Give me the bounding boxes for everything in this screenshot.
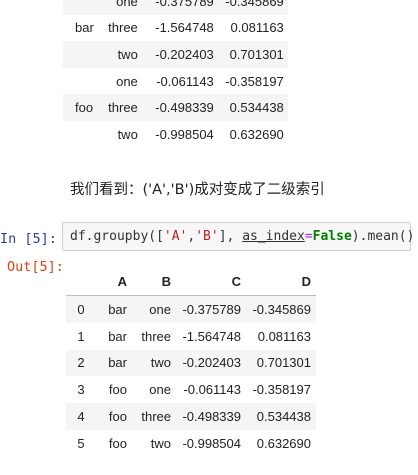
row-index-cell: 0 — [66, 295, 96, 323]
cell-a: bar — [96, 349, 132, 377]
cell-c: -1.564748 — [182, 328, 241, 344]
index-level1-cell: one — [97, 0, 142, 15]
cell-a: foo — [96, 403, 132, 430]
column-header-a: A — [96, 268, 132, 296]
index-level0-cell — [63, 0, 98, 15]
index-level1-cell: three — [97, 94, 142, 121]
cell-d: -0.358197 — [252, 382, 311, 398]
code-keyword: False — [312, 229, 352, 244]
cell-a: bar — [108, 328, 127, 344]
index-level0-cell — [63, 41, 98, 68]
code-cell-input[interactable]: df.groupby(['A','B'], as_index=False).me… — [62, 222, 414, 251]
table-row: 4 foo three -0.498339 0.534438 — [66, 403, 316, 430]
table-header-row: A B C D — [66, 268, 316, 296]
cell-c: -0.375789 — [176, 295, 246, 323]
cell-a: bar — [96, 295, 132, 323]
cell-d: 0.534438 — [246, 403, 316, 430]
row-index-cell: 4 — [66, 403, 96, 430]
cell-b: two — [150, 435, 171, 451]
index-level1-cell: two — [97, 41, 142, 68]
cell-b: one — [149, 382, 171, 398]
code-text: ).mean() — [351, 229, 415, 244]
cell-a: foo — [108, 382, 127, 398]
table-row: bar three -1.564748 0.081163 — [63, 15, 288, 42]
cell-b: three — [132, 403, 176, 430]
index-level0-cell — [63, 68, 98, 95]
index-level1-cell: three — [108, 20, 138, 36]
cell-b: three — [141, 328, 171, 344]
code-text: df.groupby([ — [70, 229, 164, 244]
row-index-cell: 5 — [77, 435, 85, 451]
table-row: foo three -0.498339 0.534438 — [63, 94, 288, 121]
grouped-output-table: one -0.375789 -0.345869 bar three -1.564… — [63, 0, 288, 148]
table-row: two -0.202403 0.701301 — [63, 41, 288, 68]
row-index-cell: 2 — [66, 349, 96, 377]
markdown-text: 我们看到：('A','B')成对变成了二级索引 — [70, 182, 325, 198]
cell-b: two — [132, 349, 176, 377]
cell-c: -0.498339 — [176, 403, 246, 430]
table-row: one -0.061143 -0.358197 — [63, 68, 288, 95]
cell-d: 0.081163 — [257, 328, 311, 344]
cell-c: -0.202403 — [176, 349, 246, 377]
column-header-d: D — [246, 268, 316, 296]
value-cell-c: -1.564748 — [155, 20, 214, 36]
value-cell-c: -0.498339 — [141, 94, 218, 121]
code-param: as_index — [242, 229, 305, 244]
table-row: 2 bar two -0.202403 0.701301 — [66, 349, 316, 377]
cell-d: 0.632690 — [256, 435, 311, 451]
cell-d: -0.345869 — [246, 295, 316, 323]
value-cell-c: -0.998504 — [155, 126, 214, 142]
value-cell-c: -0.375789 — [141, 0, 218, 15]
input-prompt: In [5]: — [0, 231, 57, 247]
value-cell-c: -0.202403 — [141, 41, 218, 68]
cell-d: 0.701301 — [246, 349, 316, 377]
value-cell-d: 0.701301 — [217, 41, 288, 68]
value-cell-d: 0.081163 — [230, 20, 284, 36]
column-header-b: B — [132, 268, 176, 296]
cell-c: -0.061143 — [183, 382, 241, 398]
table-row: 3 foo one -0.061143 -0.358197 — [66, 376, 316, 403]
column-header-c: C — [176, 268, 246, 296]
value-cell-c: -0.061143 — [156, 73, 214, 89]
index-level1-cell: two — [117, 126, 138, 142]
code-string-b: 'B' — [195, 229, 219, 244]
table-row: two -0.998504 0.632690 — [63, 121, 288, 148]
code-string-a: 'A' — [163, 229, 188, 244]
value-cell-d: 0.534438 — [217, 94, 288, 121]
table-row: one -0.375789 -0.345869 — [63, 0, 288, 15]
code-operator: = — [304, 229, 313, 244]
table-row: 5 foo two -0.998504 0.632690 — [66, 430, 316, 457]
index-level0-cell: foo — [63, 94, 98, 121]
output-prompt: Out[5]: — [7, 259, 64, 275]
value-cell-d: 0.632690 — [229, 126, 284, 142]
index-level0-cell: bar — [75, 20, 94, 36]
index-level1-cell: one — [116, 73, 138, 89]
code-text: ], — [218, 229, 235, 244]
row-index-cell: 1 — [77, 328, 85, 344]
table-row: 0 bar one -0.375789 -0.345869 — [66, 295, 316, 323]
column-header-index — [66, 268, 96, 296]
row-index-cell: 3 — [77, 382, 85, 398]
dataframe-output-table: A B C D 0 bar one -0.375789 -0.345869 1 … — [66, 268, 316, 457]
cell-a: foo — [108, 435, 127, 451]
value-cell-d: -0.345869 — [217, 0, 288, 15]
value-cell-d: -0.358197 — [225, 73, 284, 89]
cell-b: one — [132, 295, 176, 323]
cell-c: -0.998504 — [182, 435, 241, 451]
table-row: 1 bar three -1.564748 0.081163 — [66, 323, 316, 350]
index-level0-cell — [63, 121, 98, 148]
